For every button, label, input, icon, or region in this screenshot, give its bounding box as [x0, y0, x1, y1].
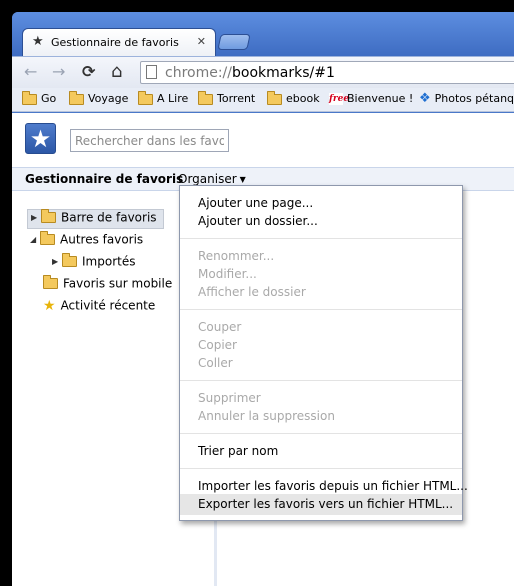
close-tab-icon[interactable]: ✕ — [197, 35, 206, 48]
folder-icon — [41, 209, 56, 223]
address-text: chrome://bookmarks/#1 — [165, 65, 335, 81]
star-icon: ★ — [32, 34, 44, 49]
dropbox-icon: ❖ — [419, 91, 431, 106]
tree-item-importes[interactable]: ▶ Importés — [52, 253, 136, 274]
menu-separator — [180, 309, 462, 310]
bookmarks-star-logo-icon: ★ — [25, 123, 56, 154]
menu-item-show-folder: Afficher le dossier — [198, 285, 306, 299]
menu-item-import-html[interactable]: Importer les favoris depuis un fichier H… — [198, 479, 468, 493]
tree-item-label: Importés — [82, 254, 136, 269]
tree-item-autres-favoris[interactable]: ◢ Autres favoris — [30, 231, 144, 252]
menu-separator — [180, 433, 462, 434]
folder-icon — [43, 275, 58, 289]
back-arrow-icon[interactable]: ← — [24, 63, 37, 81]
bookmark-label: ebook — [286, 92, 320, 105]
menu-item-undo-delete: Annuler la suppression — [198, 409, 335, 423]
menu-item-rename: Renommer... — [198, 249, 275, 263]
organise-dropdown-menu: Ajouter une page... Ajouter un dossier..… — [179, 185, 468, 521]
bookmark-ebook[interactable]: ebook — [267, 90, 320, 108]
bookmark-go[interactable]: Go — [22, 90, 57, 108]
folder-icon — [138, 90, 153, 105]
bookmark-label: Voyage — [88, 92, 129, 105]
folder-icon — [22, 90, 37, 105]
menu-separator — [180, 238, 462, 239]
folder-icon — [267, 90, 282, 105]
menu-item-export-html[interactable]: Exporter les favoris vers un fichier HTM… — [198, 497, 453, 511]
tree-item-activite-recente[interactable]: ★ Activité récente — [43, 298, 155, 318]
url-scheme: chrome:// — [165, 65, 232, 81]
bookmark-voyage[interactable]: Voyage — [69, 90, 129, 108]
tree-item-label: Favoris sur mobile — [63, 276, 173, 291]
title-bar: ★ Gestionnaire de favoris ✕ — [12, 12, 514, 56]
bookmark-label: Photos pétanque — [434, 92, 514, 105]
tree-item-label: Barre de favoris — [61, 210, 157, 225]
bookmark-a-lire[interactable]: A Lire — [138, 90, 189, 108]
tree-item-favoris-sur-mobile[interactable]: Favoris sur mobile — [43, 275, 173, 296]
tab-bookmarks-manager[interactable]: ★ Gestionnaire de favoris ✕ — [22, 28, 216, 56]
bookmark-label: Torrent — [217, 92, 256, 105]
home-icon[interactable]: ⌂ — [111, 63, 122, 81]
page-icon — [146, 65, 157, 79]
menu-item-edit: Modifier... — [198, 267, 257, 281]
menu-item-cut: Couper — [198, 320, 242, 334]
menu-item-delete: Supprimer — [198, 391, 261, 405]
folder-icon — [62, 253, 77, 267]
new-tab-button[interactable] — [217, 34, 251, 50]
page-title: Gestionnaire de favoris — [25, 172, 184, 186]
organise-menu-button[interactable]: Organiser ▼ — [178, 172, 246, 186]
forward-arrow-icon[interactable]: → — [52, 63, 65, 81]
bookmark-label: Go — [41, 92, 57, 105]
menu-item-copy: Copier — [198, 338, 237, 352]
bookmarks-bar: Go Voyage A Lire Torrent ebook freeBienv… — [12, 88, 514, 112]
organise-label: Organiser — [178, 172, 237, 186]
bookmark-label: A Lire — [157, 92, 189, 105]
menu-item-add-folder[interactable]: Ajouter un dossier... — [198, 214, 318, 228]
browser-window: ★ Gestionnaire de favoris ✕ ← → ⟳ ⌂ chro… — [12, 12, 514, 586]
menu-separator — [180, 468, 462, 469]
reload-icon[interactable]: ⟳ — [82, 63, 95, 81]
tab-title: Gestionnaire de favoris — [51, 36, 179, 49]
tree-item-label: Autres favoris — [60, 232, 144, 247]
bookmark-torrent[interactable]: Torrent — [198, 90, 256, 108]
expand-arrow-icon[interactable]: ▶ — [52, 257, 62, 266]
search-input[interactable] — [70, 129, 229, 152]
menu-item-sort-by-name[interactable]: Trier par nom — [198, 444, 278, 458]
menu-item-paste: Coller — [198, 356, 233, 370]
url-path: bookmarks/#1 — [232, 65, 335, 81]
tree-item-label: Activité récente — [60, 298, 156, 313]
bookmark-label: Bienvenue ! — [347, 92, 414, 105]
folder-icon — [69, 90, 84, 105]
folder-open-icon — [40, 231, 55, 245]
bookmark-bienvenue[interactable]: freeBienvenue ! — [329, 92, 413, 108]
caret-down-icon: ▼ — [239, 175, 246, 184]
folder-icon — [198, 90, 213, 105]
tree-item-barre-de-favoris[interactable]: ▶ Barre de favoris — [27, 209, 164, 229]
collapse-arrow-icon[interactable]: ◢ — [30, 235, 40, 244]
expand-arrow-icon[interactable]: ▶ — [31, 213, 41, 222]
menu-item-add-page[interactable]: Ajouter une page... — [198, 196, 313, 210]
star-icon: ★ — [43, 297, 56, 314]
bookmark-photos-petanque[interactable]: ❖Photos pétanque — [419, 92, 514, 108]
free-icon: free — [329, 93, 350, 105]
menu-separator — [180, 380, 462, 381]
address-bar[interactable]: chrome://bookmarks/#1 — [140, 61, 514, 84]
navigation-toolbar: ← → ⟳ ⌂ chrome://bookmarks/#1 — [12, 56, 514, 88]
